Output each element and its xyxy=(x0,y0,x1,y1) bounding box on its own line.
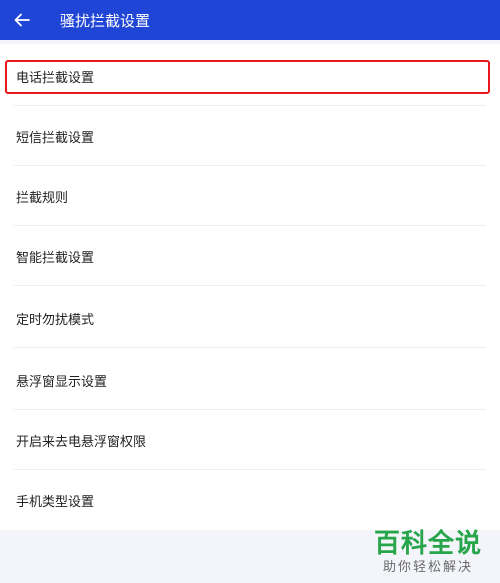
menu-item-smart-block-settings[interactable]: 智能拦截设置 xyxy=(0,226,500,286)
page-title: 骚扰拦截设置 xyxy=(60,11,151,30)
menu-item-label: 手机类型设置 xyxy=(16,494,95,510)
menu-item-label: 短信拦截设置 xyxy=(16,130,95,146)
menu-item-label: 定时勿扰模式 xyxy=(16,312,95,328)
settings-list: 电话拦截设置 短信拦截设置 拦截规则 智能拦截设置 定时勿扰模式 悬浮窗显示设置… xyxy=(0,44,500,530)
menu-item-label: 开启来去电悬浮窗权限 xyxy=(16,434,147,450)
menu-item-floating-window-settings[interactable]: 悬浮窗显示设置 xyxy=(0,350,500,410)
menu-item-block-rules[interactable]: 拦截规则 xyxy=(0,166,500,226)
top-app-bar: 骚扰拦截设置 xyxy=(0,0,500,40)
watermark-title: 百科全说 xyxy=(373,529,482,559)
menu-item-sms-block-settings[interactable]: 短信拦截设置 xyxy=(0,106,500,166)
divider xyxy=(14,347,486,348)
menu-item-label: 拦截规则 xyxy=(16,190,69,206)
menu-item-label: 智能拦截设置 xyxy=(16,250,95,266)
menu-item-phone-type-settings[interactable]: 手机类型设置 xyxy=(0,470,500,530)
back-arrow-icon xyxy=(14,13,30,27)
watermark-logo: 百科全说 助你轻松解决 xyxy=(366,529,490,577)
menu-item-floating-window-permission[interactable]: 开启来去电悬浮窗权限 xyxy=(0,410,500,470)
menu-item-label: 悬浮窗显示设置 xyxy=(16,374,108,390)
menu-item-scheduled-dnd[interactable]: 定时勿扰模式 xyxy=(0,288,500,348)
watermark-subtitle: 助你轻松解决 xyxy=(382,560,473,575)
divider xyxy=(14,285,486,286)
menu-item-label: 电话拦截设置 xyxy=(16,70,95,86)
menu-item-call-block-settings[interactable]: 电话拦截设置 xyxy=(0,46,500,106)
back-button[interactable] xyxy=(0,0,44,40)
